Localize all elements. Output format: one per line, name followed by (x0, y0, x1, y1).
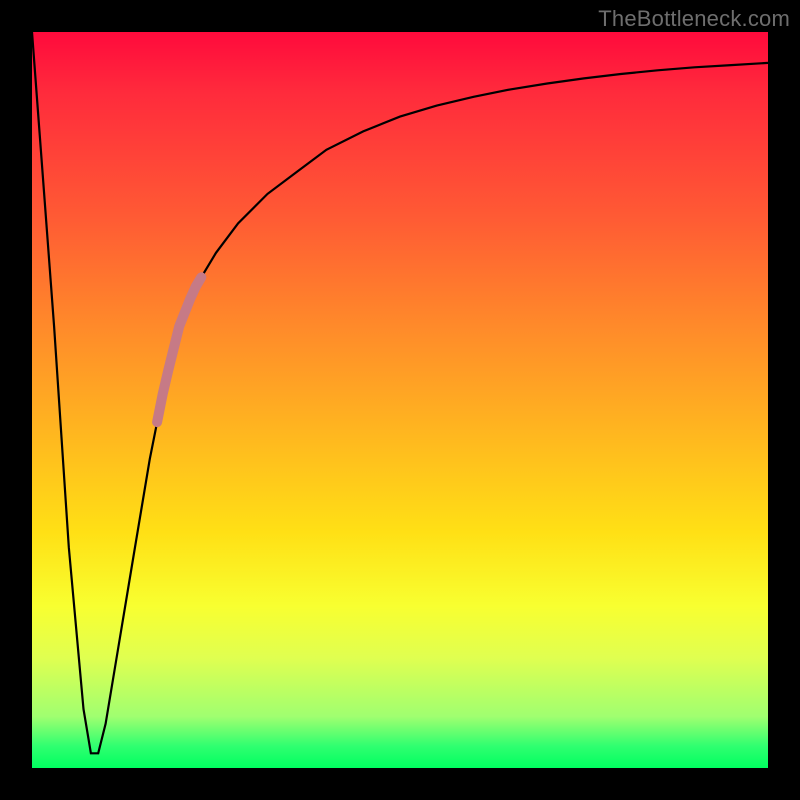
highlight-segment (157, 277, 201, 422)
bottleneck-curve-path (32, 32, 768, 753)
curve-svg (32, 32, 768, 768)
watermark-text: TheBottleneck.com (598, 6, 790, 32)
chart-frame: TheBottleneck.com (0, 0, 800, 800)
plot-area (32, 32, 768, 768)
